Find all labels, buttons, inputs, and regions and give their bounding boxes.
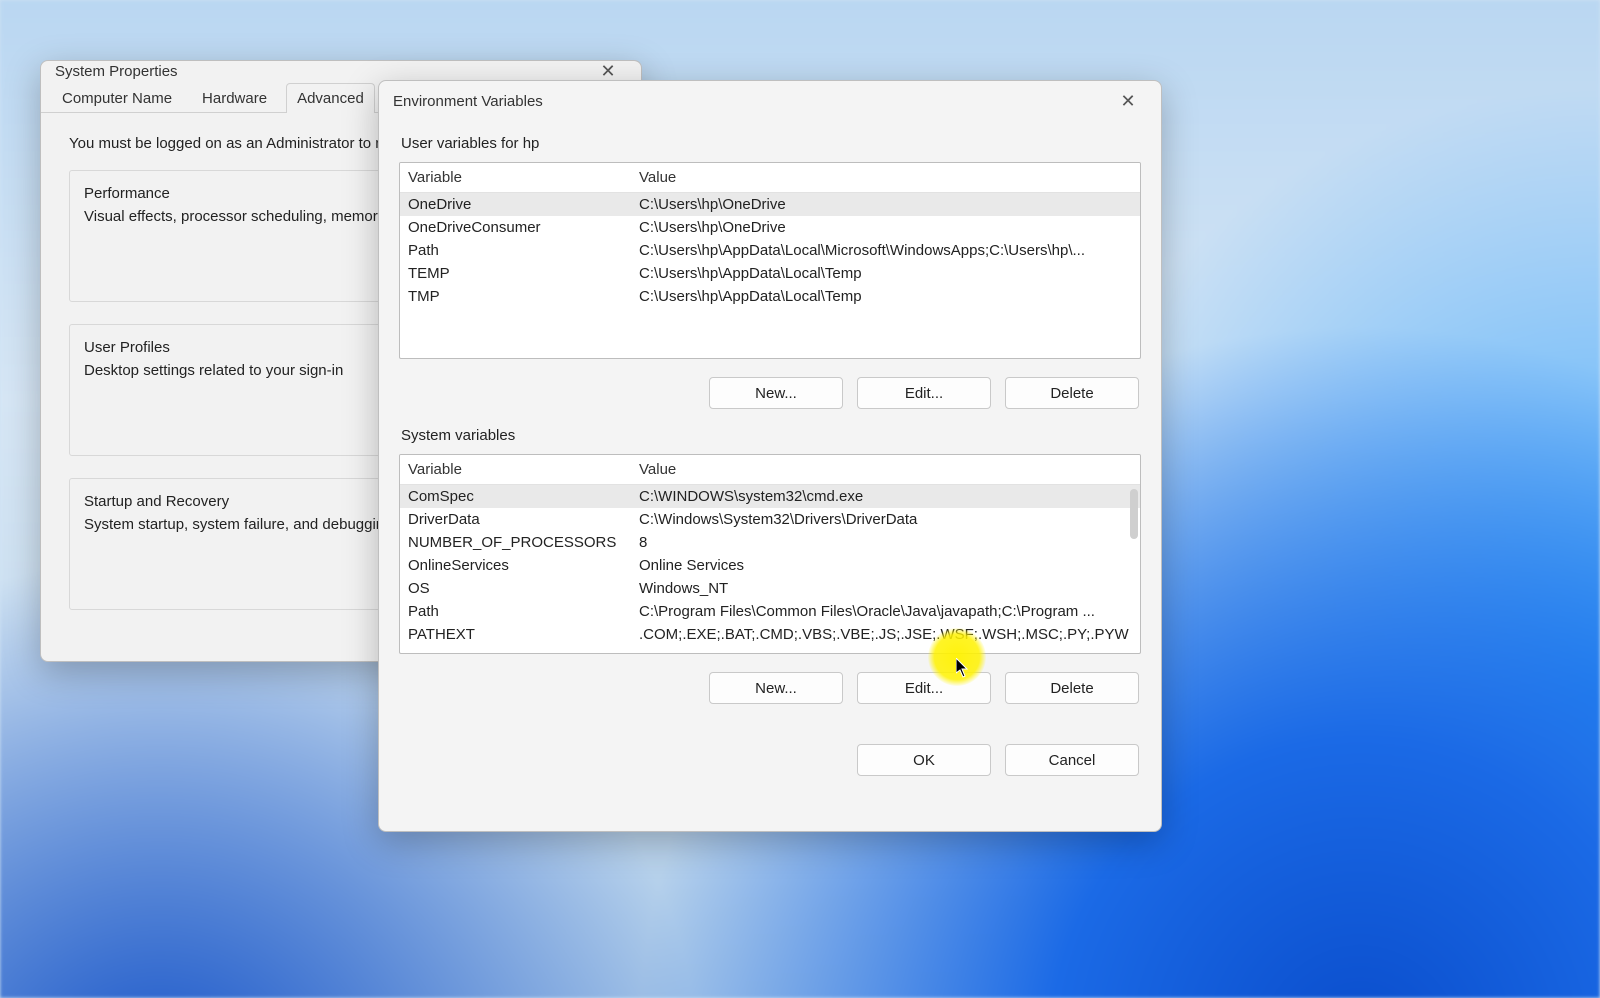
window-title: Environment Variables	[393, 93, 1105, 110]
col-variable[interactable]: Variable	[400, 163, 631, 192]
system-vars-list[interactable]: Variable Value ComSpecC:\WINDOWS\system3…	[399, 454, 1141, 654]
col-variable[interactable]: Variable	[400, 455, 631, 484]
var-name-cell: ComSpec	[400, 485, 631, 508]
var-value-cell: C:\WINDOWS\system32\cmd.exe	[631, 485, 1140, 508]
group-user-profiles-legend: User Profiles	[80, 339, 174, 356]
table-row[interactable]: ComSpecC:\WINDOWS\system32\cmd.exe	[400, 485, 1140, 508]
var-name-cell: TMP	[400, 285, 631, 308]
var-name-cell: OnlineServices	[400, 554, 631, 577]
table-row[interactable]: OneDriveC:\Users\hp\OneDrive	[400, 193, 1140, 216]
var-value-cell: C:\Program Files\Common Files\Oracle\Jav…	[631, 600, 1140, 623]
delete-button[interactable]: Delete	[1005, 672, 1139, 704]
tab-computer-name[interactable]: Computer Name	[51, 83, 183, 113]
var-name-cell: OS	[400, 577, 631, 600]
scrollbar-thumb[interactable]	[1130, 489, 1138, 539]
close-icon[interactable]: ✕	[585, 61, 631, 82]
table-row[interactable]: OnlineServicesOnline Services	[400, 554, 1140, 577]
tab-hardware[interactable]: Hardware	[191, 83, 278, 113]
var-name-cell: OneDrive	[400, 193, 631, 216]
window-title: System Properties	[55, 63, 585, 80]
dialog-body: User variables for hp Variable Value One…	[379, 121, 1161, 790]
environment-variables-dialog: Environment Variables ✕ User variables f…	[378, 80, 1162, 832]
table-row[interactable]: NUMBER_OF_PROCESSORS8	[400, 531, 1140, 554]
cancel-button[interactable]: Cancel	[1005, 744, 1139, 776]
col-value[interactable]: Value	[631, 163, 1140, 192]
titlebar[interactable]: Environment Variables ✕	[379, 81, 1161, 121]
new-button[interactable]: New...	[709, 672, 843, 704]
var-value-cell: C:\Users\hp\OneDrive	[631, 193, 1140, 216]
new-button[interactable]: New...	[709, 377, 843, 409]
delete-button[interactable]: Delete	[1005, 377, 1139, 409]
var-value-cell: Windows_NT	[631, 577, 1140, 600]
var-name-cell: PATHEXT	[400, 623, 631, 646]
var-value-cell: 8	[631, 531, 1140, 554]
list-header: Variable Value	[400, 455, 1140, 485]
table-row[interactable]: PATHEXT.COM;.EXE;.BAT;.CMD;.VBS;.VBE;.JS…	[400, 623, 1140, 646]
var-name-cell: TEMP	[400, 262, 631, 285]
group-performance-legend: Performance	[80, 185, 174, 202]
var-value-cell: C:\Users\hp\AppData\Local\Microsoft\Wind…	[631, 239, 1140, 262]
user-vars-label: User variables for hp	[401, 135, 1141, 152]
var-name-cell: NUMBER_OF_PROCESSORS	[400, 531, 631, 554]
group-startup-legend: Startup and Recovery	[80, 493, 233, 510]
system-vars-label: System variables	[401, 427, 1141, 444]
table-row[interactable]: OSWindows_NT	[400, 577, 1140, 600]
system-vars-buttons: New... Edit... Delete	[399, 662, 1141, 706]
var-value-cell: C:\Users\hp\OneDrive	[631, 216, 1140, 239]
edit-button[interactable]: Edit...	[857, 377, 991, 409]
var-value-cell: C:\Users\hp\AppData\Local\Temp	[631, 285, 1140, 308]
table-row[interactable]: PathC:\Program Files\Common Files\Oracle…	[400, 600, 1140, 623]
table-row[interactable]: PathC:\Users\hp\AppData\Local\Microsoft\…	[400, 239, 1140, 262]
table-row[interactable]: DriverDataC:\Windows\System32\Drivers\Dr…	[400, 508, 1140, 531]
var-name-cell: DriverData	[400, 508, 631, 531]
table-row[interactable]: TMPC:\Users\hp\AppData\Local\Temp	[400, 285, 1140, 308]
table-row[interactable]: TEMPC:\Users\hp\AppData\Local\Temp	[400, 262, 1140, 285]
list-header: Variable Value	[400, 163, 1140, 193]
var-value-cell: C:\Users\hp\AppData\Local\Temp	[631, 262, 1140, 285]
close-icon[interactable]: ✕	[1105, 91, 1151, 112]
titlebar[interactable]: System Properties ✕	[41, 61, 641, 82]
var-name-cell: OneDriveConsumer	[400, 216, 631, 239]
var-value-cell: C:\Windows\System32\Drivers\DriverData	[631, 508, 1140, 531]
var-value-cell: Online Services	[631, 554, 1140, 577]
var-value-cell: .COM;.EXE;.BAT;.CMD;.VBS;.VBE;.JS;.JSE;.…	[631, 623, 1140, 646]
var-name-cell: Path	[400, 600, 631, 623]
var-name-cell: Path	[400, 239, 631, 262]
edit-button[interactable]: Edit...	[857, 672, 991, 704]
ok-button[interactable]: OK	[857, 744, 991, 776]
user-vars-list[interactable]: Variable Value OneDriveC:\Users\hp\OneDr…	[399, 162, 1141, 359]
table-row[interactable]: OneDriveConsumerC:\Users\hp\OneDrive	[400, 216, 1140, 239]
dialog-footer: OK Cancel	[399, 714, 1141, 778]
tab-advanced[interactable]: Advanced	[286, 83, 375, 113]
col-value[interactable]: Value	[631, 455, 1140, 484]
user-vars-buttons: New... Edit... Delete	[399, 367, 1141, 411]
